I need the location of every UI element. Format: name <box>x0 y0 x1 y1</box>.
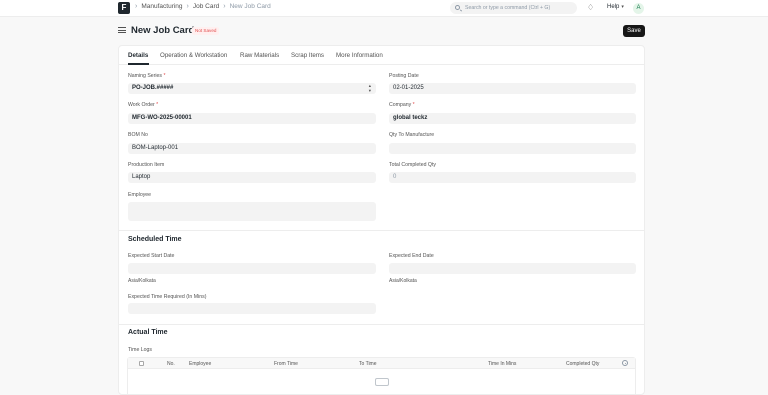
save-button[interactable]: Save <box>623 25 645 37</box>
posting-date-label: Posting Date <box>389 73 419 79</box>
top-navbar: F › Manufacturing › Job Card › New Job C… <box>0 0 768 17</box>
expected-end-date-field[interactable] <box>389 263 636 274</box>
qty-to-manufacture-field[interactable] <box>389 143 636 154</box>
timezone-note: Asia/Kolkata <box>389 278 417 284</box>
tab-raw-materials[interactable]: Raw Materials <box>240 52 279 59</box>
expected-start-date-field[interactable] <box>128 263 376 274</box>
app-logo[interactable]: F <box>118 2 130 14</box>
employee-label: Employee <box>128 192 152 198</box>
help-label: Help <box>607 4 620 10</box>
column-no: No. <box>167 361 175 367</box>
breadcrumb: › Manufacturing › Job Card › New Job Car… <box>135 3 271 10</box>
total-completed-qty-label: Total Completed Qty <box>389 162 436 168</box>
time-logs-table: No. Employee From Time To Time Time In M… <box>127 357 636 394</box>
expected-end-date-label: Expected End Date <box>389 253 434 259</box>
breadcrumb-job-card[interactable]: Job Card <box>193 3 219 10</box>
chevron-right-icon: › <box>186 3 189 10</box>
total-completed-qty-field[interactable]: 0 <box>389 172 636 183</box>
work-order-field[interactable]: MFG-WO-2025-00001 <box>128 113 376 124</box>
column-time-in-mins: Time In Mins <box>488 361 517 367</box>
empty-state-icon <box>375 378 389 386</box>
tab-operation-workstation[interactable]: Operation & Workstation <box>160 52 227 59</box>
form-tabs: Details Operation & Workstation Raw Mate… <box>119 46 644 65</box>
tab-scrap-items[interactable]: Scrap Items <box>291 52 324 59</box>
select-arrows-icon: ▴ ▾ <box>368 83 371 93</box>
select-all-checkbox[interactable] <box>139 361 144 366</box>
production-item-field[interactable]: Laptop <box>128 172 376 183</box>
bom-no-label: BOM No <box>128 132 148 138</box>
column-from-time: From Time <box>274 361 298 367</box>
search-placeholder: Search or type a command (Ctrl + G) <box>465 5 551 11</box>
form-card: Details Operation & Workstation Raw Mate… <box>118 45 645 395</box>
breadcrumb-manufacturing[interactable]: Manufacturing <box>141 3 182 10</box>
active-tab-indicator <box>128 63 149 65</box>
column-completed-qty: Completed Qty <box>566 361 600 367</box>
naming-series-select[interactable]: PO-JOB.##### ▴ ▾ <box>128 83 376 94</box>
chevron-right-icon: › <box>135 3 138 10</box>
expected-start-date-label: Expected Start Date <box>128 253 175 259</box>
company-field[interactable]: global teckz <box>389 113 636 124</box>
column-employee: Employee <box>189 361 212 367</box>
bom-no-field[interactable]: BOM-Laptop-001 <box>128 143 376 154</box>
help-menu-button[interactable]: Help ▾ <box>607 4 624 10</box>
production-item-label: Production Item <box>128 162 165 168</box>
company-label: Company * <box>389 102 415 108</box>
breadcrumb-new-job-card: New Job Card <box>229 3 271 10</box>
naming-series-label: Naming Series * <box>128 73 166 79</box>
work-order-label: Work Order * <box>128 102 159 108</box>
search-input[interactable]: Search or type a command (Ctrl + G) <box>450 2 577 14</box>
employee-field[interactable] <box>128 202 376 221</box>
chevron-down-icon: ▾ <box>621 4 624 10</box>
tab-more-information[interactable]: More Information <box>336 52 383 59</box>
section-divider <box>119 324 644 325</box>
scheduled-time-heading: Scheduled Time <box>128 236 182 243</box>
sidebar-toggle-icon[interactable] <box>118 27 126 35</box>
search-icon <box>455 5 460 10</box>
column-to-time: To Time <box>359 361 377 367</box>
bell-icon[interactable]: ♢ <box>587 3 595 12</box>
tab-details[interactable]: Details <box>128 52 148 59</box>
table-header: No. Employee From Time To Time Time In M… <box>128 358 635 369</box>
expected-time-required-label: Expected Time Required (In Mins) <box>128 294 207 300</box>
posting-date-field[interactable]: 02-01-2025 <box>389 83 636 94</box>
time-logs-label: Time Logs <box>128 347 153 353</box>
status-badge: Not Saved <box>192 27 220 35</box>
section-divider <box>119 230 644 231</box>
gear-icon[interactable] <box>622 360 628 366</box>
qty-to-manufacture-label: Qty To Manufacture <box>389 132 435 138</box>
chevron-right-icon: › <box>223 3 226 10</box>
avatar[interactable]: A <box>633 3 644 14</box>
actual-time-heading: Actual Time <box>128 329 168 336</box>
timezone-note: Asia/Kolkata <box>128 278 156 284</box>
page-title: New Job Card <box>131 25 195 36</box>
expected-time-required-field[interactable] <box>128 303 376 314</box>
